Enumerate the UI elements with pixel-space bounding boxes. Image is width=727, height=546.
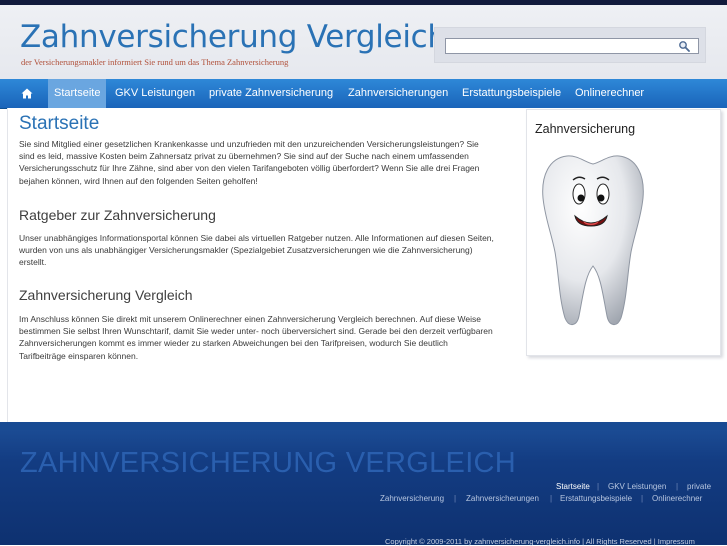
site-header: Zahnversicherung Vergleich der Versicher… [0,5,727,79]
section-heading-vergleich: Zahnversicherung Vergleich [19,287,193,303]
nav-item-zahnversicherungen[interactable]: Zahnversicherungen [348,79,448,108]
site-tagline: der Versicherungsmakler informiert Sie r… [21,57,289,67]
nav-item-erstattungsbeispiele[interactable]: Erstattungsbeispiele [462,79,561,108]
nav-item-onlinerechner[interactable]: Onlinerechner [575,79,644,108]
footer-separator: | [550,494,553,503]
footer-separator: | [454,494,457,503]
footer-edge [0,422,727,430]
sidebar-title: Zahnversicherung [535,122,636,136]
home-icon [21,88,33,99]
footer-link-erstattungsbeispiele[interactable]: Erstattungsbeispiele [560,494,632,503]
page-title: Startseite [19,113,100,134]
footer-link-gkv-leistungen[interactable]: GKV Leistungen [608,482,666,491]
footer-link-startseite[interactable]: Startseite [556,482,590,491]
main-nav: Startseite GKV Leistungen private Zahnve… [0,79,727,109]
footer-link-private[interactable]: private [687,482,711,491]
section-text-ratgeber: Unser unabhängiges Informationsportal kö… [19,233,494,268]
search-input[interactable] [445,38,699,54]
footer-title: ZAHNVERSICHERUNG VERGLEICH [20,447,517,479]
nav-item-startseite[interactable]: Startseite [48,79,107,108]
intro-text: Sie sind Mitglied einer gesetzlichen Kra… [19,139,480,186]
footer-separator: | [597,482,600,491]
nav-home[interactable] [10,79,44,108]
smiling-tooth-illustration [542,155,644,325]
footer-link-onlinerechner[interactable]: Onlinerechner [652,494,702,503]
nav-item-private-zahnversicherung[interactable]: private Zahnversicherung [209,79,333,108]
footer-link-zahnversicherungen[interactable]: Zahnversicherungen [466,494,539,503]
nav-item-gkv-leistungen[interactable]: GKV Leistungen [115,79,195,108]
footer-link-zahnversicherung[interactable]: Zahnversicherung [380,494,444,503]
section-text-vergleich: Im Anschluss können Sie direkt mit unser… [19,314,493,361]
footer-separator: | [641,494,644,503]
section-heading-ratgeber: Ratgeber zur Zahnversicherung [19,207,216,223]
site-title[interactable]: Zahnversicherung Vergleich [20,19,447,55]
magnifier-icon[interactable] [678,40,690,52]
footer-separator: | [676,482,679,491]
sidebar-widget: Zahnversicherung [526,109,721,356]
search-box [434,27,706,63]
